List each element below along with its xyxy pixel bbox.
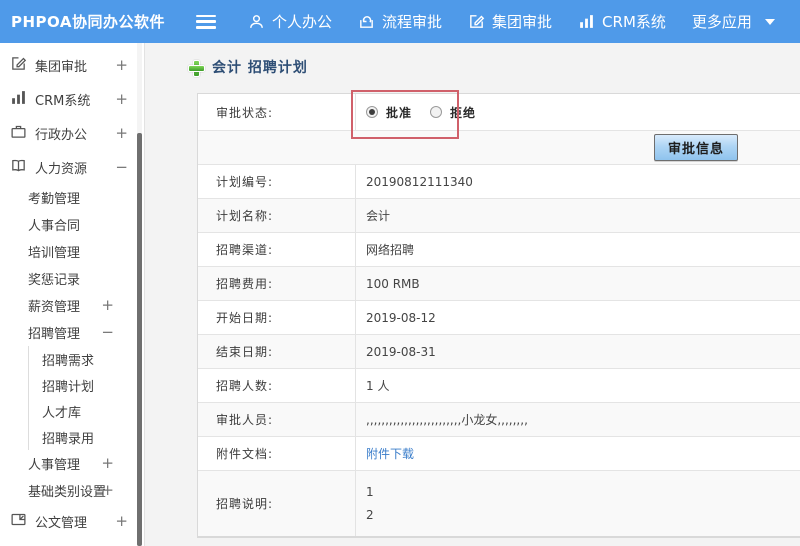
sidebar-item-recruit-demand[interactable]: 招聘需求 <box>29 346 144 372</box>
nav-group-approval[interactable]: 集团审批 <box>468 11 552 32</box>
app-logo: PHPOA协同办公软件 <box>11 13 165 31</box>
sidebar-item-personnel-mgmt[interactable]: 人事管理 + <box>0 450 144 477</box>
field-label: 审批状态: <box>198 94 356 130</box>
sidebar-item-recruit-hire[interactable]: 招聘录用 <box>29 424 144 450</box>
sidebar-item-talent-pool[interactable]: 人才库 <box>29 398 144 424</box>
page-title: 会计 招聘计划 <box>188 57 800 77</box>
field-value: 网络招聘 <box>366 243 415 257</box>
field-label: 附件文档: <box>198 437 356 470</box>
description-line: 1 <box>366 485 374 499</box>
row-approval-button: 审批信息 <box>198 131 800 165</box>
sidebar-item-base-category[interactable]: 基础类别设置 + <box>0 477 144 504</box>
row-recruit-description: 招聘说明: 1 2 <box>198 471 800 537</box>
sidebar-item-training[interactable]: 培训管理 <box>0 238 144 265</box>
radio-approve-control[interactable] <box>366 106 378 118</box>
field-label: 计划编号: <box>198 165 356 198</box>
sidebar-scrollbar-thumb[interactable] <box>137 133 142 546</box>
briefcase-icon <box>10 123 27 144</box>
expand-icon[interactable]: + <box>101 483 114 498</box>
sidebar-item-crm[interactable]: CRM系统 + <box>0 82 144 116</box>
sidebar-item-human-resources[interactable]: 人力资源 − <box>0 150 144 184</box>
row-plan-number: 计划编号: 20190812111340 <box>198 165 800 199</box>
field-label: 结束日期: <box>198 335 356 368</box>
nav-crm-system[interactable]: CRM系统 <box>578 11 666 32</box>
document-icon <box>10 511 27 532</box>
sidebar-item-documents[interactable]: 公文管理 + <box>0 504 144 538</box>
approval-info-button[interactable]: 审批信息 <box>653 134 738 161</box>
edit-icon <box>10 55 27 76</box>
field-value: ,,,,,,,,,,,,,,,,,,,,,,,,,小龙女,,,,,,,, <box>366 413 528 427</box>
description-line: 2 <box>366 508 374 522</box>
expand-icon[interactable]: + <box>101 298 114 313</box>
sidebar-item-salary[interactable]: 薪资管理 + <box>0 292 144 319</box>
expand-icon[interactable]: + <box>115 91 128 107</box>
nav-process-approval[interactable]: 流程审批 <box>358 11 442 32</box>
field-label: 招聘人数: <box>198 369 356 402</box>
sidebar-item-group-approval[interactable]: 集团审批 + <box>0 48 144 82</box>
person-icon <box>248 13 265 30</box>
field-value: 2019-08-12 <box>366 310 436 325</box>
edit-icon <box>468 13 485 30</box>
field-value: 20190812111340 <box>366 174 473 189</box>
field-label: 招聘说明: <box>198 471 356 536</box>
bar-chart-icon <box>10 89 27 110</box>
sidebar-item-recruit-plan[interactable]: 招聘计划 <box>29 372 144 398</box>
row-attachment: 附件文档: 附件下载 <box>198 437 800 471</box>
radio-reject-control[interactable] <box>430 106 443 118</box>
field-label: 审批人员: <box>198 403 356 436</box>
radio-approve[interactable]: 批准 <box>366 104 412 121</box>
recruit-submenu: 招聘需求 招聘计划 人才库 招聘录用 <box>28 346 144 450</box>
caret-down-icon <box>764 18 775 25</box>
sidebar-item-rewards[interactable]: 奖惩记录 <box>0 265 144 292</box>
nav-personal-office[interactable]: 个人办公 <box>248 11 332 32</box>
sidebar-item-attendance[interactable]: 考勤管理 <box>0 184 144 211</box>
menu-toggle-icon[interactable] <box>196 14 216 29</box>
radio-reject[interactable]: 拒绝 <box>430 104 476 121</box>
expand-icon[interactable]: + <box>115 513 128 529</box>
row-end-date: 结束日期: 2019-08-31 <box>198 335 800 369</box>
sidebar-item-hr-contract[interactable]: 人事合同 <box>0 211 144 238</box>
top-header: PHPOA协同办公软件 个人办公 流程审批 集团审批 CRM系统 更多应用 <box>0 0 800 43</box>
row-plan-name: 计划名称: 会计 <box>198 199 800 233</box>
field-value: 2019-08-31 <box>366 344 436 359</box>
row-recruit-cost: 招聘费用: 100 RMB <box>198 267 800 301</box>
nav-more-apps[interactable]: 更多应用 <box>692 11 775 32</box>
collapse-icon[interactable]: − <box>115 159 128 175</box>
bar-chart-icon <box>578 13 595 30</box>
book-icon <box>10 157 27 178</box>
sidebar: 集团审批 + CRM系统 + 行政办公 + 人力资源 − 考勤管理 人事合同 培… <box>0 43 145 546</box>
plus-icon <box>188 59 205 77</box>
row-approval-status: 审批状态: 批准 拒绝 <box>198 90 800 139</box>
row-approvers: 审批人员: ,,,,,,,,,,,,,,,,,,,,,,,,,小龙女,,,,,,… <box>198 403 800 437</box>
recruit-plan-form: 审批状态: 批准 拒绝 审批信息 计划编号: 20190812111340 计划… <box>197 90 800 538</box>
expand-icon[interactable]: + <box>115 57 128 73</box>
row-start-date: 开始日期: 2019-08-12 <box>198 301 800 335</box>
top-nav: 个人办公 流程审批 集团审批 CRM系统 更多应用 <box>248 11 775 32</box>
expand-icon[interactable]: + <box>115 125 128 141</box>
field-value: 会计 <box>366 209 391 223</box>
row-headcount: 招聘人数: 1 人 <box>198 369 800 403</box>
attachment-download-link[interactable]: 附件下载 <box>366 445 414 462</box>
field-value: 1 人 <box>366 379 390 393</box>
main-content: 会计 招聘计划 审批状态: 批准 拒绝 审批信息 计划编号: 201908121… <box>146 43 800 546</box>
field-value: 100 RMB <box>366 276 420 291</box>
row-recruit-channel: 招聘渠道: 网络招聘 <box>198 233 800 267</box>
expand-icon[interactable]: + <box>101 456 114 471</box>
sidebar-item-admin-office[interactable]: 行政办公 + <box>0 116 144 150</box>
field-label: 计划名称: <box>198 199 356 232</box>
sidebar-item-vehicle[interactable]: 用车管理 + <box>0 538 144 546</box>
collapse-icon[interactable]: − <box>101 325 114 340</box>
field-label: 招聘渠道: <box>198 233 356 266</box>
process-icon <box>358 13 375 30</box>
sidebar-item-recruit-mgmt[interactable]: 招聘管理 − <box>0 319 144 346</box>
field-label: 开始日期: <box>198 301 356 334</box>
field-label: 招聘费用: <box>198 267 356 300</box>
